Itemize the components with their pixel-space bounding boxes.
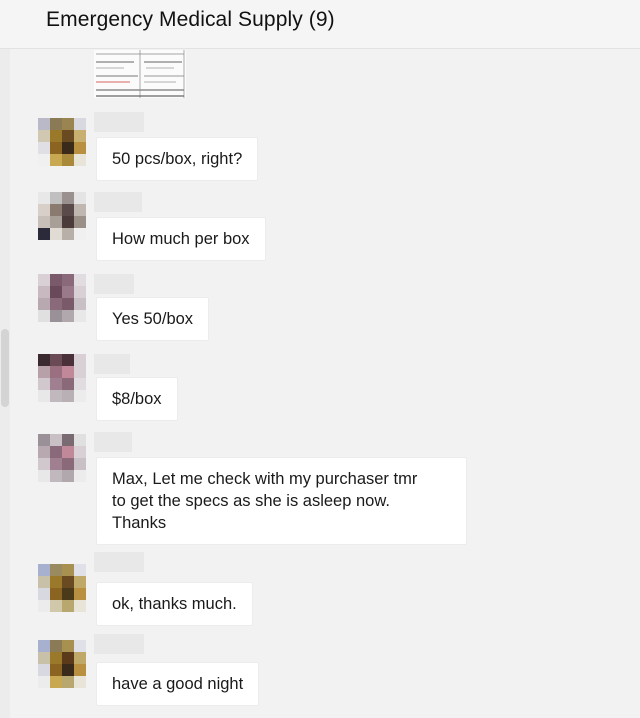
message-bubble: 50 pcs/box, right? xyxy=(96,137,259,181)
shared-document-image[interactable] xyxy=(94,50,186,98)
avatar[interactable] xyxy=(38,640,86,688)
avatar[interactable] xyxy=(38,564,86,612)
message-bubble: Yes 50/box xyxy=(96,297,210,341)
chat-header: Emergency Medical Supply (9) xyxy=(0,0,640,49)
scrollbar-thumb[interactable] xyxy=(1,329,9,407)
scrollbar-track[interactable] xyxy=(0,49,10,718)
sender-name-redacted xyxy=(94,274,134,294)
avatar[interactable] xyxy=(38,354,86,402)
avatar[interactable] xyxy=(38,274,86,322)
sender-name-redacted xyxy=(94,634,144,654)
message-bubble: $8/box xyxy=(96,377,178,421)
avatar[interactable] xyxy=(38,434,86,482)
message-bubble: have a good night xyxy=(96,662,260,706)
sender-name-redacted xyxy=(94,112,144,132)
sender-name-redacted xyxy=(94,432,132,452)
message-bubble: How much per box xyxy=(96,217,266,261)
message-bubble: ok, thanks much. xyxy=(96,582,253,626)
avatar[interactable] xyxy=(38,118,86,166)
sender-name-redacted xyxy=(94,192,142,212)
message-bubble: Max, Let me check with my purchaser tmr … xyxy=(96,457,467,545)
avatar[interactable] xyxy=(38,192,86,240)
sender-name-redacted xyxy=(94,552,144,572)
sender-name-redacted xyxy=(94,354,130,374)
chat-title: Emergency Medical Supply (9) xyxy=(46,8,335,31)
